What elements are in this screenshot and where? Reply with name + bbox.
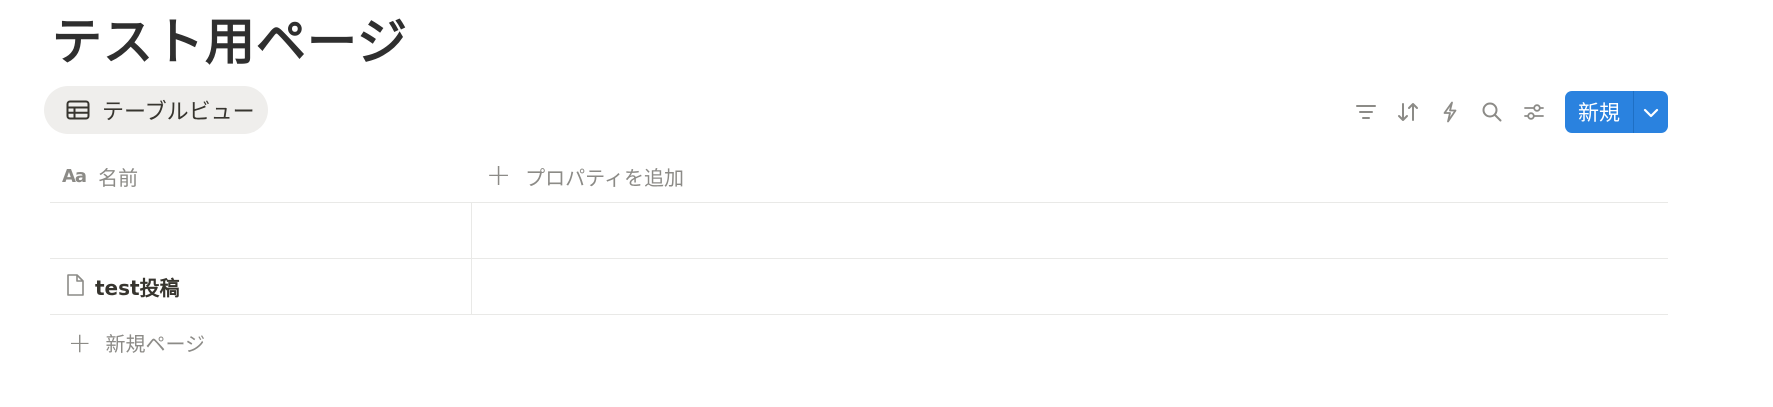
settings-sliders-icon[interactable] — [1513, 91, 1555, 133]
document-icon — [65, 273, 85, 301]
database-page: テスト用ページ テーブルビュー 新規 Aa 名前 + プロパティを追加 test… — [0, 0, 1773, 407]
plus-icon: + — [486, 158, 512, 193]
chevron-down-icon — [1643, 103, 1659, 122]
tab-table-view[interactable]: テーブルビュー — [44, 86, 268, 134]
lightning-icon[interactable] — [1429, 91, 1471, 133]
search-icon[interactable] — [1471, 91, 1513, 133]
sort-icon[interactable] — [1387, 91, 1429, 133]
new-page-label: 新規ページ — [105, 331, 206, 356]
database-table: Aa 名前 + プロパティを追加 test投稿 — [50, 150, 1668, 315]
row-title: test投稿 — [95, 276, 180, 300]
table-icon — [66, 100, 90, 120]
new-page-button[interactable]: + 新規ページ — [68, 322, 205, 362]
name-cell[interactable] — [50, 203, 472, 258]
table-row[interactable]: test投稿 — [50, 259, 1668, 315]
table-header: Aa 名前 + プロパティを追加 — [50, 150, 1668, 203]
column-header-name[interactable]: Aa 名前 — [62, 150, 138, 202]
view-toolbar — [1345, 91, 1555, 133]
plus-icon: + — [68, 325, 92, 359]
table-row[interactable] — [50, 203, 1668, 259]
new-button-group: 新規 — [1565, 91, 1668, 133]
tab-label: テーブルビュー — [102, 100, 255, 125]
text-property-icon: Aa — [62, 165, 87, 187]
filter-icon[interactable] — [1345, 91, 1387, 133]
add-property-label: プロパティを追加 — [525, 165, 684, 190]
name-cell[interactable]: test投稿 — [50, 259, 472, 314]
add-property-button[interactable]: + プロパティを追加 — [486, 150, 684, 202]
page-title[interactable]: テスト用ページ — [52, 12, 408, 72]
new-button[interactable]: 新規 — [1565, 91, 1633, 133]
column-header-label: 名前 — [98, 165, 139, 190]
new-dropdown-button[interactable] — [1634, 91, 1668, 133]
